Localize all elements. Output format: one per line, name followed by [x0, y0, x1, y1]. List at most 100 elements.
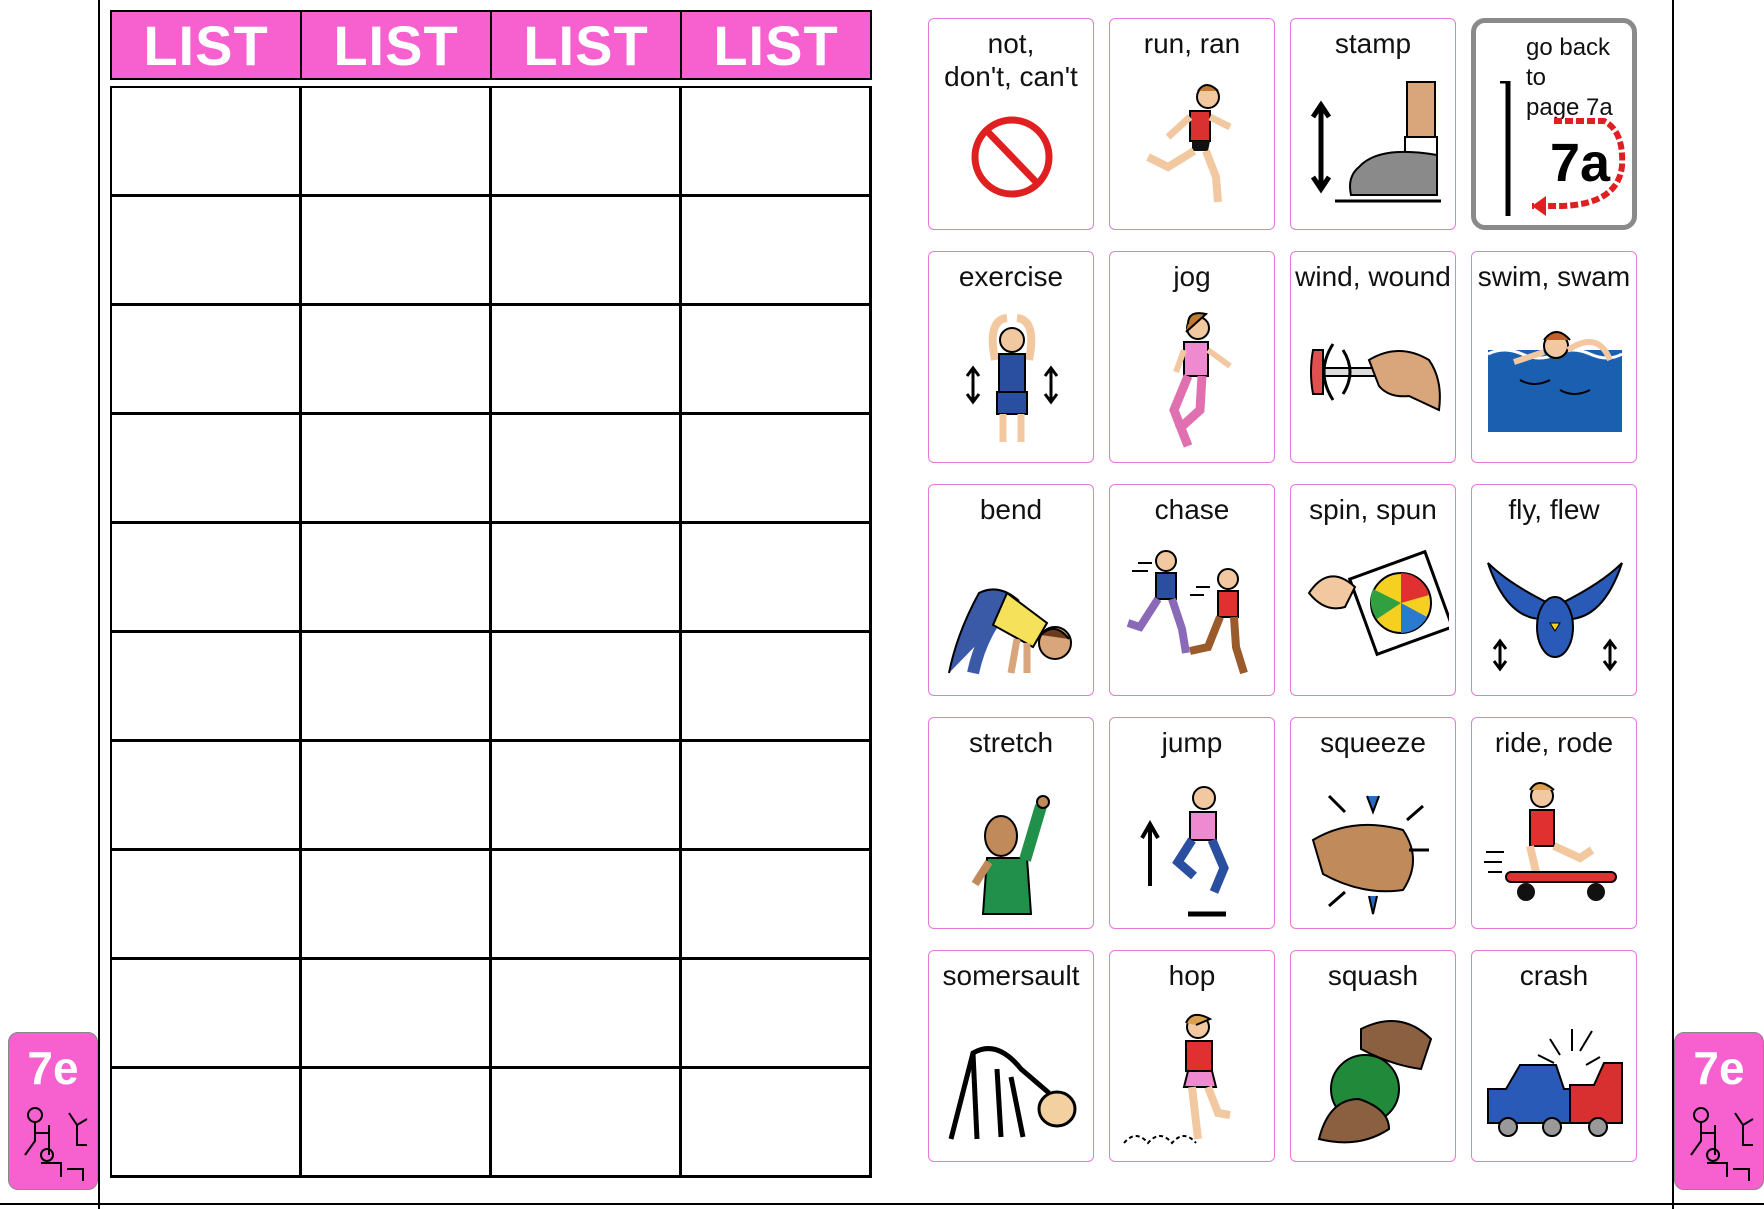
list-cell[interactable]: [682, 742, 872, 851]
list-grid: LIST LIST LIST LIST: [110, 10, 872, 1178]
list-cell[interactable]: [302, 197, 492, 306]
list-cell[interactable]: [492, 633, 682, 742]
stretching-person-icon: [971, 795, 1050, 915]
tile-stretch[interactable]: stretch: [928, 717, 1094, 929]
page-tab-label: 7e: [1693, 1042, 1745, 1094]
tile-wind[interactable]: wind, wound: [1290, 251, 1456, 463]
tile-squeeze[interactable]: squeeze: [1290, 717, 1456, 929]
jumping-girl-icon: [1140, 786, 1229, 917]
tile-hop[interactable]: hop: [1109, 950, 1275, 1162]
tile-swim[interactable]: swim, swam: [1471, 251, 1637, 463]
list-cell[interactable]: [112, 960, 302, 1069]
tile-jog[interactable]: jog: [1109, 251, 1275, 463]
somersault-icon: [948, 1046, 1077, 1140]
list-cell[interactable]: [302, 851, 492, 960]
list-cell[interactable]: [112, 633, 302, 742]
tile-label: ride, rode: [1494, 727, 1614, 758]
list-row: [112, 415, 872, 524]
list-cell[interactable]: [302, 415, 492, 524]
list-cell[interactable]: [492, 88, 682, 197]
squeezing-hand-icon: [1311, 794, 1429, 915]
list-cell[interactable]: [302, 742, 492, 851]
list-cell[interactable]: [682, 851, 872, 960]
tile-crash[interactable]: crash: [1471, 950, 1637, 1162]
running-girl-icon: [1146, 84, 1232, 203]
list-cell[interactable]: [492, 960, 682, 1069]
list-cell[interactable]: [492, 742, 682, 851]
prohibited-icon: [971, 116, 1053, 198]
list-cell[interactable]: [492, 415, 682, 524]
tile-bend[interactable]: bend: [928, 484, 1094, 696]
list-cell[interactable]: [112, 306, 302, 415]
swimmer-icon: [1487, 331, 1623, 432]
list-cell[interactable]: [112, 524, 302, 633]
list-cell[interactable]: [112, 415, 302, 524]
page-tab-right[interactable]: 7e: [1674, 1032, 1764, 1190]
stamping-foot-icon: [1310, 81, 1441, 203]
tile-not[interactable]: not, don't, can't: [928, 18, 1094, 230]
list-cell[interactable]: [302, 960, 492, 1069]
list-cell[interactable]: [492, 1069, 682, 1178]
car-crash-icon: [1487, 1029, 1623, 1137]
list-row: [112, 88, 872, 197]
tile-label: crash: [1519, 960, 1589, 991]
list-cell[interactable]: [302, 88, 492, 197]
list-cell[interactable]: [682, 415, 872, 524]
list-rows: [110, 86, 872, 1178]
list-header-1: LIST: [110, 10, 302, 80]
page-tab-label: 7e: [27, 1042, 79, 1094]
list-cell[interactable]: [492, 197, 682, 306]
tile-spin[interactable]: spin, spun: [1290, 484, 1456, 696]
tile-chase[interactable]: chase: [1109, 484, 1275, 696]
activity-figures-icon: [24, 1107, 88, 1181]
tile-ride[interactable]: ride, rode: [1471, 717, 1637, 929]
tile-label: run, ran: [1143, 28, 1241, 59]
list-cell[interactable]: [682, 88, 872, 197]
list-cell[interactable]: [112, 742, 302, 851]
hopping-girl-icon: [1123, 1013, 1231, 1145]
list-row: [112, 197, 872, 306]
squashing-hands-icon: [1317, 1020, 1433, 1144]
tile-jump[interactable]: jump: [1109, 717, 1275, 929]
list-cell[interactable]: [682, 1069, 872, 1178]
tile-label: wind, wound: [1295, 261, 1451, 292]
symbol-grid: not, don't, can't run, ran stamp go back…: [928, 18, 1637, 1162]
list-cell[interactable]: [682, 306, 872, 415]
list-cell[interactable]: [682, 524, 872, 633]
tile-label: stretch: [968, 727, 1054, 758]
list-cell[interactable]: [112, 88, 302, 197]
list-cell[interactable]: [112, 197, 302, 306]
list-cell[interactable]: [112, 1069, 302, 1178]
list-cell[interactable]: [492, 851, 682, 960]
list-header-2: LIST: [300, 10, 492, 80]
tile-label: squash: [1327, 960, 1419, 991]
tile-stamp[interactable]: stamp: [1290, 18, 1456, 230]
jogging-girl-icon: [1169, 312, 1232, 448]
left-margin-line: [98, 0, 100, 1209]
bottom-margin-line: [0, 1203, 1764, 1205]
tile-squash[interactable]: squash: [1290, 950, 1456, 1162]
list-row: [112, 851, 872, 960]
list-cell[interactable]: [682, 633, 872, 742]
list-cell[interactable]: [302, 306, 492, 415]
list-cell[interactable]: [682, 960, 872, 1069]
tile-label: bend: [979, 494, 1043, 525]
flying-bird-icon: [1487, 562, 1623, 672]
list-cell[interactable]: [112, 851, 302, 960]
list-cell[interactable]: [302, 1069, 492, 1178]
list-cell[interactable]: [492, 524, 682, 633]
tile-label: stamp: [1334, 28, 1412, 59]
page-tab-left[interactable]: 7e: [8, 1032, 98, 1190]
tile-run[interactable]: run, ran: [1109, 18, 1275, 230]
list-cell[interactable]: [492, 306, 682, 415]
list-cell[interactable]: [302, 524, 492, 633]
tile-label: hop: [1168, 960, 1216, 991]
tile-exercise[interactable]: exercise: [928, 251, 1094, 463]
activity-figures-icon: [1690, 1107, 1754, 1181]
list-cell[interactable]: [682, 197, 872, 306]
tile-somersault[interactable]: somersault: [928, 950, 1094, 1162]
list-cell[interactable]: [302, 633, 492, 742]
tile-fly[interactable]: fly, flew: [1471, 484, 1637, 696]
tile-go-back[interactable]: go back to page 7a 7a: [1471, 18, 1637, 230]
tile-label: jump: [1161, 727, 1223, 758]
